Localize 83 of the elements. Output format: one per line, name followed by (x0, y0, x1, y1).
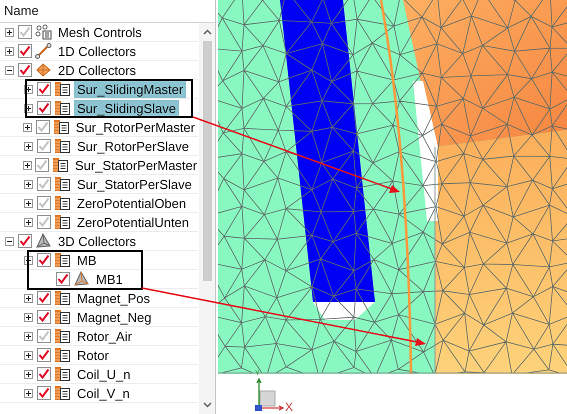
collector-icon (54, 176, 71, 192)
tree-item[interactable]: ZeroPotentialUnten (74, 214, 192, 230)
expand-icon[interactable] (23, 160, 32, 170)
expand-icon[interactable] (24, 218, 33, 226)
x-axis-label: X (285, 400, 294, 414)
checkbox[interactable] (37, 253, 51, 267)
expand-icon[interactable] (5, 46, 14, 56)
checkbox[interactable] (37, 177, 51, 191)
expand-icon[interactable] (24, 312, 33, 322)
checkbox[interactable] (37, 329, 51, 343)
tree-item[interactable]: 2D Collectors (55, 62, 140, 78)
scroll-up-icon[interactable] (202, 29, 212, 35)
collector-icon (54, 347, 71, 363)
expand-icon[interactable] (24, 350, 33, 360)
expand-icon[interactable] (24, 332, 33, 340)
scroll-down-icon[interactable] (202, 402, 212, 408)
collector-icon (54, 328, 71, 344)
checkbox[interactable] (37, 291, 51, 305)
tree-item[interactable]: Sur_SlidingSlave (74, 100, 180, 116)
checkbox[interactable] (37, 82, 51, 96)
tree-item[interactable]: Rotor (74, 346, 112, 364)
checkbox[interactable] (37, 196, 51, 210)
collector-icon (54, 138, 71, 154)
expand-icon[interactable] (23, 122, 32, 132)
expand-icon[interactable] (24, 198, 33, 208)
tree-item[interactable]: Coil_U_n (74, 366, 134, 382)
tetra-element-icon (73, 271, 90, 287)
collector-icon (54, 214, 71, 230)
checkbox[interactable] (56, 272, 70, 286)
tree-item[interactable]: Magnet_Pos (74, 290, 153, 306)
tree-item[interactable]: Sur_RotorPerSlave (74, 138, 192, 154)
collector-icon (52, 119, 70, 135)
column-header[interactable]: Name (0, 0, 215, 23)
tree-item[interactable]: MB (74, 252, 100, 268)
expand-icon[interactable] (24, 180, 33, 188)
checkbox[interactable] (18, 234, 32, 248)
checkbox[interactable] (18, 63, 32, 77)
tree-item[interactable]: ZeroPotentialOben (74, 194, 190, 212)
checkbox[interactable] (37, 215, 51, 229)
collector-icon (54, 252, 71, 268)
tree-item[interactable]: Sur_RotorPerMaster (72, 118, 198, 136)
expand-icon[interactable] (5, 28, 14, 36)
checkbox[interactable] (37, 367, 51, 381)
checkbox[interactable] (35, 158, 49, 172)
collector-icon (54, 81, 71, 97)
collapse-icon[interactable] (5, 236, 14, 246)
shell-element-icon (35, 62, 52, 78)
tree-item[interactable]: 1D Collectors (55, 42, 140, 60)
tree-item[interactable]: Sur_StatorPerMaster (72, 156, 200, 174)
tree-item[interactable]: MB1 (93, 270, 126, 288)
tree-item[interactable]: Magnet_Neg (74, 308, 154, 326)
checkbox[interactable] (37, 101, 51, 115)
collapse-icon[interactable] (5, 66, 14, 74)
checkbox[interactable] (18, 25, 32, 39)
scrollbar-thumb[interactable] (202, 41, 212, 281)
checkbox[interactable] (36, 120, 50, 134)
collector-icon (54, 290, 71, 306)
axis-triad-icon (254, 378, 284, 414)
checkbox[interactable] (18, 44, 32, 58)
tetra-element-icon (35, 233, 52, 249)
collector-icon (54, 366, 71, 382)
expand-icon[interactable] (24, 388, 33, 398)
checkbox[interactable] (37, 348, 51, 362)
expand-icon[interactable] (24, 142, 33, 150)
checkbox[interactable] (37, 139, 51, 153)
expand-icon[interactable] (24, 294, 33, 302)
collector-icon (54, 309, 71, 325)
tree-item[interactable]: Coil_V_n (74, 384, 133, 402)
tree-item[interactable]: Sur_SlidingMaster (74, 80, 186, 98)
tree-item[interactable]: Mesh Controls (55, 24, 145, 40)
tree-item[interactable]: 3D Collectors (55, 232, 140, 250)
tree-item[interactable]: Rotor_Air (74, 328, 135, 344)
collector-icon (54, 195, 71, 211)
scrollbar[interactable] (199, 23, 215, 414)
tree-item[interactable]: Sur_StatorPerSlave (74, 176, 195, 192)
collector-icon (54, 100, 71, 116)
mesh-controls-icon (35, 24, 52, 40)
expand-icon[interactable] (24, 370, 33, 378)
collector-icon (54, 385, 71, 401)
line-element-icon (35, 43, 52, 59)
collector-icon (52, 157, 69, 173)
checkbox[interactable] (37, 310, 51, 324)
checkbox[interactable] (37, 386, 51, 400)
